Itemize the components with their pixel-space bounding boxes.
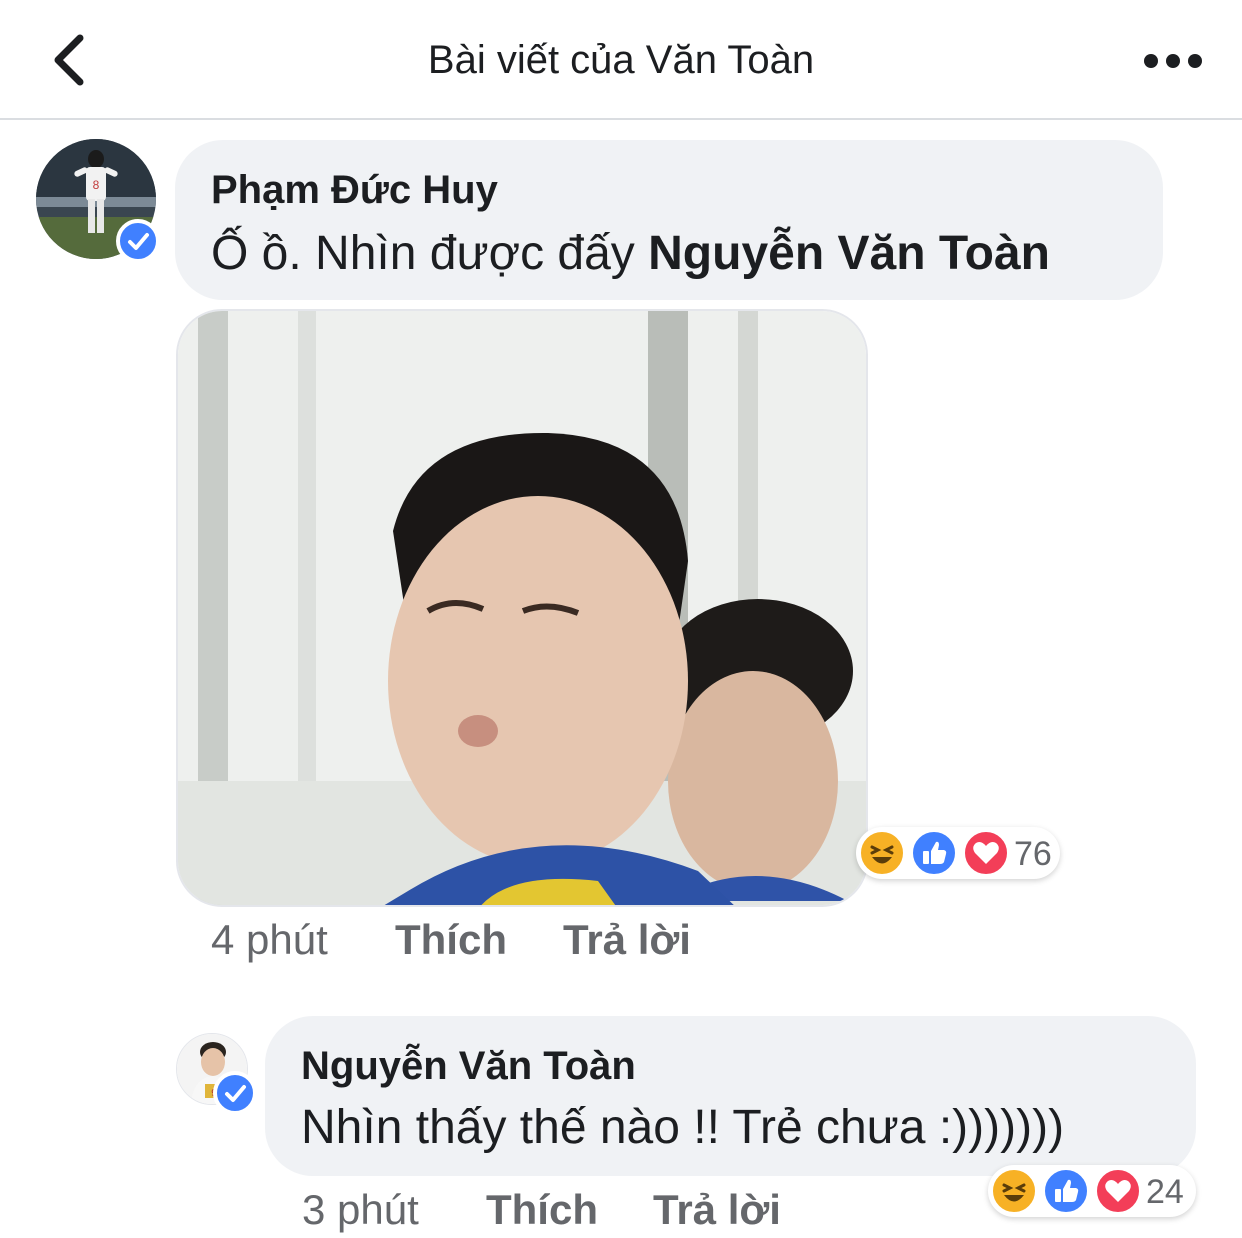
like-reaction-icon <box>1042 1167 1090 1215</box>
comment-bubble: Phạm Đức Huy Ố ồ. Nhìn được đấy Nguyễn V… <box>175 140 1163 300</box>
comment-text-body: Ố ồ. Nhìn được đấy <box>211 227 649 280</box>
top-bar: Bài viết của Văn Toàn <box>0 0 1242 120</box>
haha-reaction-icon <box>990 1167 1038 1215</box>
comment-text: Ố ồ. Nhìn được đấy Nguyễn Văn Toàn <box>211 226 1050 281</box>
comment-text: Nhìn thấy thế nào !! Trẻ chưa :))))))) <box>301 1101 1065 1154</box>
svg-text:8: 8 <box>93 178 100 192</box>
comment-author[interactable]: Nguyễn Văn Toàn <box>301 1044 636 1089</box>
like-button[interactable]: Thích <box>486 1186 598 1234</box>
love-reaction-icon <box>962 829 1010 877</box>
comment-photo[interactable] <box>176 309 868 907</box>
reaction-summary[interactable]: 24 <box>988 1165 1196 1217</box>
verified-badge-icon <box>213 1071 257 1115</box>
reply-button[interactable]: Trả lời <box>563 916 691 964</box>
comment-actions: 4 phút Thích Trả lời <box>0 916 800 972</box>
mention-link[interactable]: Nguyễn Văn Toàn <box>648 227 1050 280</box>
reaction-count: 24 <box>1146 1173 1184 1211</box>
page-title: Bài viết của Văn Toàn <box>427 38 815 82</box>
comment-timestamp: 3 phút <box>302 1186 419 1233</box>
haha-reaction-icon <box>858 829 906 877</box>
reaction-summary[interactable]: 76 <box>856 827 1060 879</box>
comment-timestamp: 4 phút <box>211 916 328 963</box>
more-options-button[interactable] <box>1140 44 1206 76</box>
like-button[interactable]: Thích <box>395 916 507 964</box>
love-reaction-icon <box>1094 1167 1142 1215</box>
comment-author[interactable]: Phạm Đức Huy <box>211 168 498 213</box>
reaction-count: 76 <box>1014 835 1052 873</box>
reply-button[interactable]: Trả lời <box>653 1186 781 1234</box>
comment-actions: 3 phút Thích Trả lời <box>0 1186 900 1238</box>
comment-bubble: Nguyễn Văn Toàn Nhìn thấy thế nào !! Trẻ… <box>265 1016 1196 1176</box>
like-reaction-icon <box>910 829 958 877</box>
verified-badge-icon <box>116 219 160 263</box>
